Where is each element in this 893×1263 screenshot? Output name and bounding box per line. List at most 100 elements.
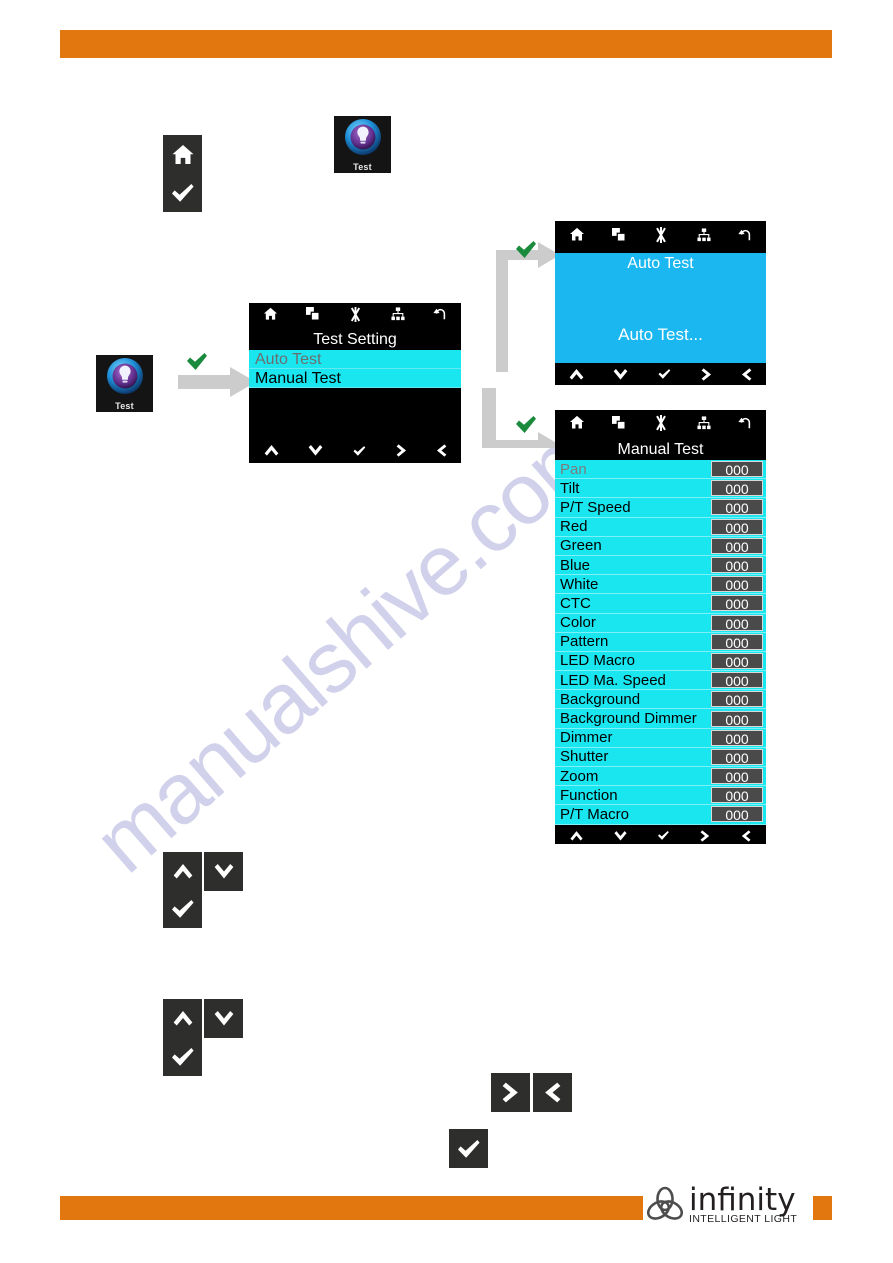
parameter-value[interactable]: 000 <box>711 557 763 574</box>
home-key[interactable] <box>163 135 202 174</box>
layers-icon[interactable] <box>306 307 320 326</box>
asterisk-icon[interactable] <box>653 226 669 248</box>
enter-key[interactable] <box>163 173 202 212</box>
asterisk-icon[interactable] <box>348 306 363 327</box>
parameter-value[interactable]: 000 <box>711 480 763 497</box>
down-key[interactable] <box>204 852 243 891</box>
network-icon[interactable] <box>697 415 711 435</box>
undo-icon[interactable] <box>433 307 447 326</box>
undo-icon[interactable] <box>738 416 752 435</box>
home-icon[interactable] <box>569 415 585 435</box>
chevron-down-icon <box>213 864 235 879</box>
chevron-down-icon[interactable] <box>613 368 628 380</box>
chevron-right-icon[interactable] <box>436 444 447 457</box>
parameter-label: P/T Macro <box>560 805 629 823</box>
lcd-topbar <box>555 410 766 440</box>
parameter-row[interactable]: Background Dimmer 000 <box>555 709 766 729</box>
undo-icon[interactable] <box>738 228 752 247</box>
chevron-up-icon[interactable] <box>570 830 583 841</box>
parameter-label: LED Ma. Speed <box>560 671 666 689</box>
enter-key[interactable] <box>163 889 202 928</box>
test-app-icon-flow[interactable]: Test <box>96 355 153 412</box>
parameter-value[interactable]: 000 <box>711 729 763 747</box>
parameter-value[interactable]: 000 <box>711 595 763 612</box>
parameter-row[interactable]: P/T Speed 000 <box>555 498 766 518</box>
home-icon[interactable] <box>569 227 585 247</box>
parameter-value[interactable]: 000 <box>711 461 763 478</box>
check-icon[interactable] <box>657 368 672 380</box>
parameter-value[interactable]: 000 <box>711 691 763 708</box>
parameter-value[interactable]: 000 <box>711 672 763 689</box>
network-icon[interactable] <box>697 227 711 247</box>
parameter-value[interactable]: 000 <box>711 633 763 651</box>
parameter-value[interactable]: 000 <box>711 537 763 555</box>
parameter-label: Pan <box>560 460 587 478</box>
parameter-value[interactable]: 000 <box>711 748 763 766</box>
network-icon[interactable] <box>391 307 405 326</box>
chevron-up-icon[interactable] <box>264 445 279 456</box>
parameter-row[interactable]: Shutter 000 <box>555 747 766 767</box>
menu-item-auto-test[interactable]: Auto Test <box>249 350 461 369</box>
parameter-value[interactable]: 000 <box>711 710 763 728</box>
parameter-value[interactable]: 000 <box>711 787 763 804</box>
parameter-row[interactable]: Zoom 000 <box>555 767 766 787</box>
parameter-row[interactable]: White 000 <box>555 575 766 595</box>
test-app-icon-top[interactable]: Test <box>334 116 391 173</box>
left-key[interactable] <box>491 1073 530 1112</box>
down-key[interactable] <box>204 999 243 1038</box>
parameter-row[interactable]: Function 000 <box>555 786 766 806</box>
chevron-left-icon[interactable] <box>700 829 710 842</box>
parameter-value[interactable]: 000 <box>711 576 763 593</box>
layers-icon[interactable] <box>612 415 626 435</box>
home-icon[interactable] <box>263 307 278 326</box>
asterisk-icon[interactable] <box>653 414 669 436</box>
lcd-navbar <box>249 438 461 463</box>
chevron-left-icon[interactable] <box>396 444 407 457</box>
parameter-row[interactable]: Background 000 <box>555 690 766 710</box>
check-icon[interactable] <box>657 830 670 841</box>
parameter-value[interactable]: 000 <box>711 806 763 823</box>
page-root: manualshive.com Test Test Test Setting A… <box>0 0 893 1263</box>
chevron-left-icon[interactable] <box>701 367 712 381</box>
page-watermark: manualshive.com <box>77 399 622 891</box>
parameter-row[interactable]: Dimmer 000 <box>555 728 766 748</box>
menu-item-manual-test[interactable]: Manual Test <box>249 369 461 388</box>
parameter-row[interactable]: Tilt 000 <box>555 479 766 499</box>
chevron-down-icon[interactable] <box>308 445 323 456</box>
parameter-row[interactable]: Blue 000 <box>555 555 766 576</box>
parameter-value[interactable]: 000 <box>711 768 763 785</box>
parameter-row[interactable]: Pattern 000 <box>555 632 766 652</box>
screen-body: Pan 000 Tilt 000 P/T Speed 000 Red 000 Green 000 B… <box>555 460 766 827</box>
parameter-label: Shutter <box>560 748 609 766</box>
up-key[interactable] <box>163 852 202 891</box>
parameter-row[interactable]: Color 000 <box>555 613 766 633</box>
parameter-row[interactable]: Green 000 <box>555 536 766 556</box>
chevron-up-icon[interactable] <box>569 368 584 380</box>
parameter-row[interactable]: Pan 000 <box>555 460 766 480</box>
parameter-row[interactable]: P/T Macro 000 <box>555 805 766 825</box>
parameter-value[interactable]: 000 <box>711 499 763 516</box>
test-setting-menu: Auto Test Manual Test <box>249 350 461 388</box>
parameter-value[interactable]: 000 <box>711 652 763 670</box>
green-check-mark <box>516 241 536 258</box>
right-key[interactable] <box>533 1073 572 1112</box>
parameter-row[interactable]: LED Macro 000 <box>555 651 766 672</box>
chevron-down-icon[interactable] <box>613 830 627 841</box>
parameter-row[interactable]: CTC 000 <box>555 594 766 614</box>
chevron-right-icon[interactable] <box>741 829 751 842</box>
home-icon <box>171 144 195 166</box>
up-key[interactable] <box>163 999 202 1038</box>
header-orange-bar <box>60 30 832 58</box>
lcd-navbar <box>555 363 766 385</box>
chevron-right-icon[interactable] <box>741 367 752 381</box>
parameter-row[interactable]: LED Ma. Speed 000 <box>555 671 766 691</box>
enter-key[interactable] <box>163 1037 202 1076</box>
parameter-value[interactable]: 000 <box>711 614 763 632</box>
manual-test-parameter-list: Pan 000 Tilt 000 P/T Speed 000 Red 000 Green 000 B… <box>555 460 766 825</box>
layers-icon[interactable] <box>612 227 626 247</box>
enter-key[interactable] <box>449 1129 488 1168</box>
parameter-value[interactable]: 000 <box>711 518 763 536</box>
parameter-label: CTC <box>560 594 591 612</box>
parameter-row[interactable]: Red 000 <box>555 517 766 537</box>
check-icon[interactable] <box>352 445 367 457</box>
